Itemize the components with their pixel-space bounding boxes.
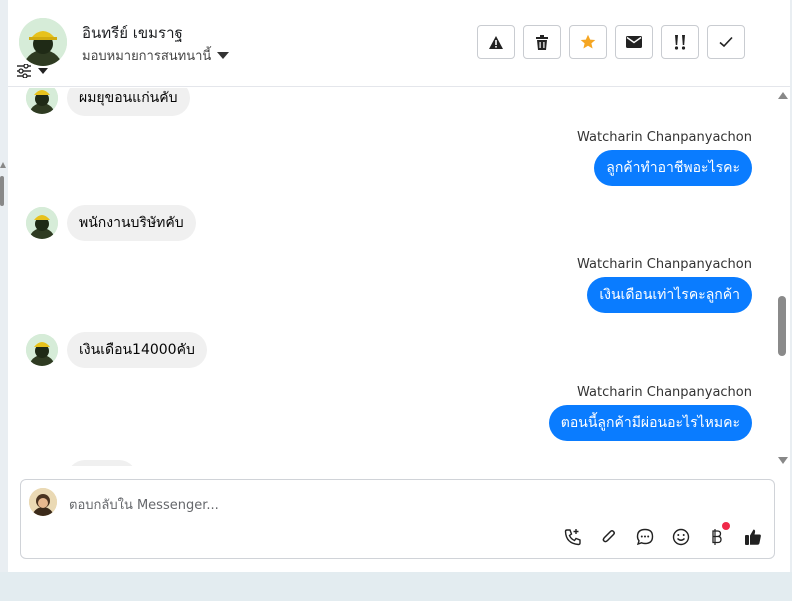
scroll-up-arrow-icon[interactable]	[778, 92, 788, 99]
incoming-message: เงินเดือน14000คับ	[26, 332, 207, 368]
follow-up-button[interactable]	[661, 25, 699, 59]
sidebar-scrollbar[interactable]	[0, 150, 6, 210]
conversation-panel: อินทรีย์ เขมราฐ มอบหมายการสนทนานี้ ผมยุข…	[8, 0, 790, 572]
scroll-down-arrow-icon[interactable]	[778, 457, 788, 464]
contact-avatar	[26, 334, 58, 366]
follow-up-icon	[674, 35, 686, 50]
contact-avatar[interactable]	[19, 18, 67, 66]
assign-conversation-dropdown[interactable]: มอบหมายการสนทนานี้	[82, 45, 230, 66]
incoming-message-partial	[26, 458, 137, 466]
outgoing-message: Watcharin Chanpanyachon เงินเดือนเท่าไรค…	[577, 257, 752, 313]
sender-name: Watcharin Chanpanyachon	[577, 257, 752, 272]
scroll-thumb[interactable]	[778, 296, 786, 356]
call-button[interactable]	[562, 526, 584, 548]
scroll-thumb[interactable]	[0, 176, 4, 206]
toolbar	[477, 25, 745, 59]
scroll-up-arrow-icon[interactable]	[0, 162, 6, 168]
spam-button[interactable]	[477, 25, 515, 59]
sender-name: Watcharin Chanpanyachon	[577, 385, 752, 400]
phone-icon	[564, 529, 581, 546]
outgoing-message: Watcharin Chanpanyachon ลูกค้าทำอาชีพอะไ…	[577, 130, 752, 186]
message-bubble[interactable]: เงินเดือน14000คับ	[67, 332, 207, 368]
conversation-header: อินทรีย์ เขมราฐ มอบหมายการสนทนานี้	[8, 0, 790, 87]
like-button[interactable]	[742, 526, 764, 548]
message-bubble[interactable]: ตอนนี้ลูกค้ามีผ่อนอะไรไหมคะ	[548, 405, 752, 441]
payment-button[interactable]	[706, 522, 730, 548]
check-icon	[719, 36, 733, 48]
notification-dot	[722, 522, 730, 530]
emoji-icon	[672, 528, 690, 546]
paperclip-icon	[602, 530, 615, 543]
mark-unread-button[interactable]	[615, 25, 653, 59]
message-bubble[interactable]	[67, 460, 137, 466]
contact-name: อินทรีย์ เขมราฐ	[82, 24, 183, 42]
incoming-message: พนักงานบริษัทคับ	[26, 205, 196, 241]
contact-avatar	[26, 207, 58, 239]
outgoing-message: Watcharin Chanpanyachon ตอนนี้ลูกค้ามีผ่…	[548, 385, 752, 441]
baht-icon	[712, 529, 722, 545]
user-avatar	[29, 488, 57, 516]
star-icon	[580, 34, 596, 49]
sender-name: Watcharin Chanpanyachon	[577, 130, 752, 145]
message-scrollbar[interactable]	[776, 88, 790, 468]
message-bubble[interactable]: ลูกค้าทำอาชีพอะไรคะ	[594, 150, 752, 186]
warning-icon	[489, 35, 503, 49]
emoji-button[interactable]	[670, 526, 692, 548]
filter-dropdown[interactable]	[16, 64, 48, 78]
message-bubble[interactable]: ผมยุขอนแก่นคับ	[67, 88, 190, 116]
chevron-down-icon	[38, 68, 48, 74]
saved-replies-button[interactable]	[634, 526, 656, 548]
reply-input[interactable]: ตอบกลับใน Messenger...	[69, 494, 219, 515]
composer-actions	[562, 522, 764, 548]
incoming-message: ผมยุขอนแก่นคับ	[26, 88, 190, 116]
message-bubble[interactable]: เงินเดือนเท่าไรคะลูกค้า	[587, 277, 752, 313]
attach-button[interactable]	[598, 526, 620, 548]
window-bottom-edge	[0, 572, 792, 601]
star-button[interactable]	[569, 25, 607, 59]
chat-bubble-icon	[636, 528, 654, 546]
mark-done-button[interactable]	[707, 25, 745, 59]
thumbs-up-icon	[745, 529, 761, 545]
sliders-icon	[17, 64, 31, 78]
chevron-down-icon	[217, 52, 230, 59]
message-bubble[interactable]: พนักงานบริษัทคับ	[67, 205, 196, 241]
reply-composer[interactable]: ตอบกลับใน Messenger...	[20, 479, 775, 559]
envelope-icon	[626, 36, 642, 48]
delete-button[interactable]	[523, 25, 561, 59]
trash-icon	[536, 34, 548, 50]
contact-avatar	[26, 88, 58, 114]
message-list[interactable]: ผมยุขอนแก่นคับ Watcharin Chanpanyachon ล…	[16, 88, 778, 466]
assign-label: มอบหมายการสนทนานี้	[82, 49, 212, 64]
